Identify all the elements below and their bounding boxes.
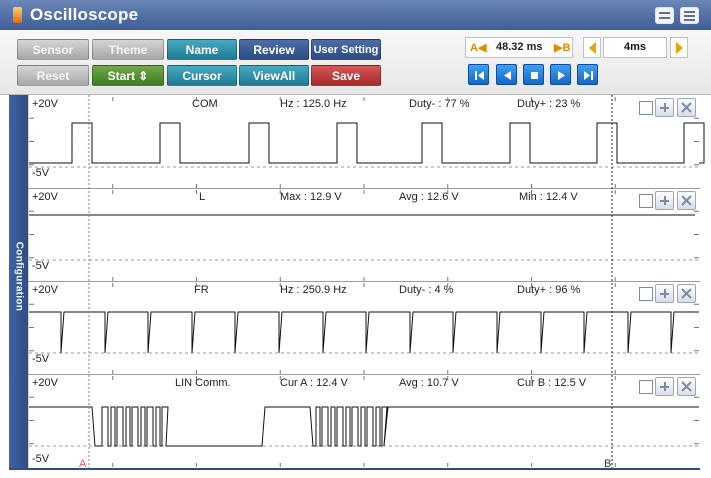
restore-window-icon[interactable] xyxy=(655,7,674,24)
channel-measure-2: Avg : 12.6 V xyxy=(399,191,459,203)
cursor-b-indicator[interactable]: ▶B xyxy=(554,41,570,54)
channel-measure-2: Duty- : 77 % xyxy=(409,98,470,110)
close-icon xyxy=(681,195,692,206)
cursor-button[interactable]: Cursor xyxy=(167,65,237,86)
window-title: Oscilloscope xyxy=(30,5,139,24)
title-bar: Oscilloscope xyxy=(0,0,711,30)
channel-l[interactable]: +20V -5V L Max : 12.9 V Avg : 12.6 V Min… xyxy=(28,188,700,282)
save-button[interactable]: Save xyxy=(311,65,381,86)
start-button[interactable]: Start ⇕ xyxy=(92,65,164,86)
channel-lin-comm[interactable]: +20V -5V LIN Comm. Cur A : 12.4 V Avg : … xyxy=(28,374,700,467)
window-menu-icon[interactable] xyxy=(680,7,699,24)
channel-top-label: +20V xyxy=(32,191,58,203)
channel-bottom-label: -5V xyxy=(32,260,50,272)
review-button[interactable]: Review xyxy=(239,39,309,60)
sensor-button[interactable]: Sensor xyxy=(17,39,89,60)
cursor-time-value: 48.32 ms xyxy=(496,41,543,53)
channel-remove-button[interactable] xyxy=(677,284,696,303)
channel-add-button[interactable] xyxy=(655,98,674,117)
scale-increase-button[interactable] xyxy=(670,37,688,58)
channel-name: COM xyxy=(192,98,218,110)
left-triangle-icon xyxy=(589,42,596,54)
viewall-button[interactable]: ViewAll xyxy=(239,65,309,86)
channel-measure-3: Duty+ : 23 % xyxy=(517,98,581,110)
channel-measure-1: Max : 12.9 V xyxy=(280,191,342,203)
cursor-time-display: A◀ 48.32 ms ▶B xyxy=(465,37,573,58)
channel-bottom-label: -5V xyxy=(32,453,50,465)
channel-add-button[interactable] xyxy=(655,284,674,303)
stop-icon xyxy=(531,72,538,79)
app-logo-icon xyxy=(13,7,22,23)
channel-measure-1: Hz : 250.9 Hz xyxy=(280,284,347,296)
channel-remove-button[interactable] xyxy=(677,98,696,117)
scale-decrease-button[interactable] xyxy=(583,37,601,58)
channel-select-checkbox[interactable] xyxy=(639,380,653,394)
channel-select-checkbox[interactable] xyxy=(639,101,653,115)
play-icon xyxy=(558,71,565,80)
channel-add-button[interactable] xyxy=(655,377,674,396)
channel-select-checkbox[interactable] xyxy=(639,287,653,301)
skip-to-start-button[interactable] xyxy=(468,64,489,85)
cursor-a-indicator[interactable]: A◀ xyxy=(470,41,486,54)
channel-measure-2: Duty- : 4 % xyxy=(399,284,454,296)
skip-end-icon xyxy=(584,71,593,80)
channel-measure-3: Min : 12.4 V xyxy=(519,191,578,203)
channel-measure-2: Avg : 10.7 V xyxy=(399,377,459,389)
stop-button[interactable] xyxy=(523,64,544,85)
close-icon xyxy=(681,381,692,392)
close-icon xyxy=(681,102,692,113)
configuration-sidebar[interactable]: Configuration xyxy=(9,95,28,470)
channel-bottom-label: -5V xyxy=(32,167,50,179)
right-triangle-icon xyxy=(676,42,683,54)
skip-to-end-button[interactable] xyxy=(577,64,598,85)
channel-select-checkbox[interactable] xyxy=(639,194,653,208)
channel-top-label: +20V xyxy=(32,284,58,296)
step-back-icon xyxy=(504,71,511,80)
channel-name: FR xyxy=(194,284,209,296)
configuration-label: Configuration xyxy=(13,241,25,312)
channel-name: LIN Comm. xyxy=(175,377,231,389)
channel-fr[interactable]: +20V -5V FR Hz : 250.9 Hz Duty- : 4 % Du… xyxy=(28,281,700,375)
channel-measure-1: Cur A : 12.4 V xyxy=(280,377,348,389)
bottom-frame xyxy=(9,468,700,470)
channel-bottom-label: -5V xyxy=(32,353,50,365)
play-button[interactable] xyxy=(550,64,571,85)
channel-top-label: +20V xyxy=(32,377,58,389)
channel-top-label: +20V xyxy=(32,98,58,110)
reset-button[interactable]: Reset xyxy=(17,65,89,86)
channel-remove-button[interactable] xyxy=(677,191,696,210)
close-icon xyxy=(681,288,692,299)
channel-add-button[interactable] xyxy=(655,191,674,210)
channel-com[interactable]: +20V -5V COM Hz : 125.0 Hz Duty- : 77 % … xyxy=(28,95,700,189)
skip-start-icon xyxy=(475,71,484,80)
channel-measure-3: Duty+ : 96 % xyxy=(517,284,581,296)
user-setting-button[interactable]: User Setting xyxy=(311,39,381,60)
theme-button[interactable]: Theme xyxy=(92,39,164,60)
channel-name: L xyxy=(199,191,206,203)
channel-measure-1: Hz : 125.0 Hz xyxy=(280,98,347,110)
name-button[interactable]: Name xyxy=(167,39,237,60)
channel-remove-button[interactable] xyxy=(677,377,696,396)
channel-measure-3: Cur B : 12.5 V xyxy=(517,377,587,389)
step-back-button[interactable] xyxy=(496,64,517,85)
time-scale-value: 4ms xyxy=(603,37,667,58)
